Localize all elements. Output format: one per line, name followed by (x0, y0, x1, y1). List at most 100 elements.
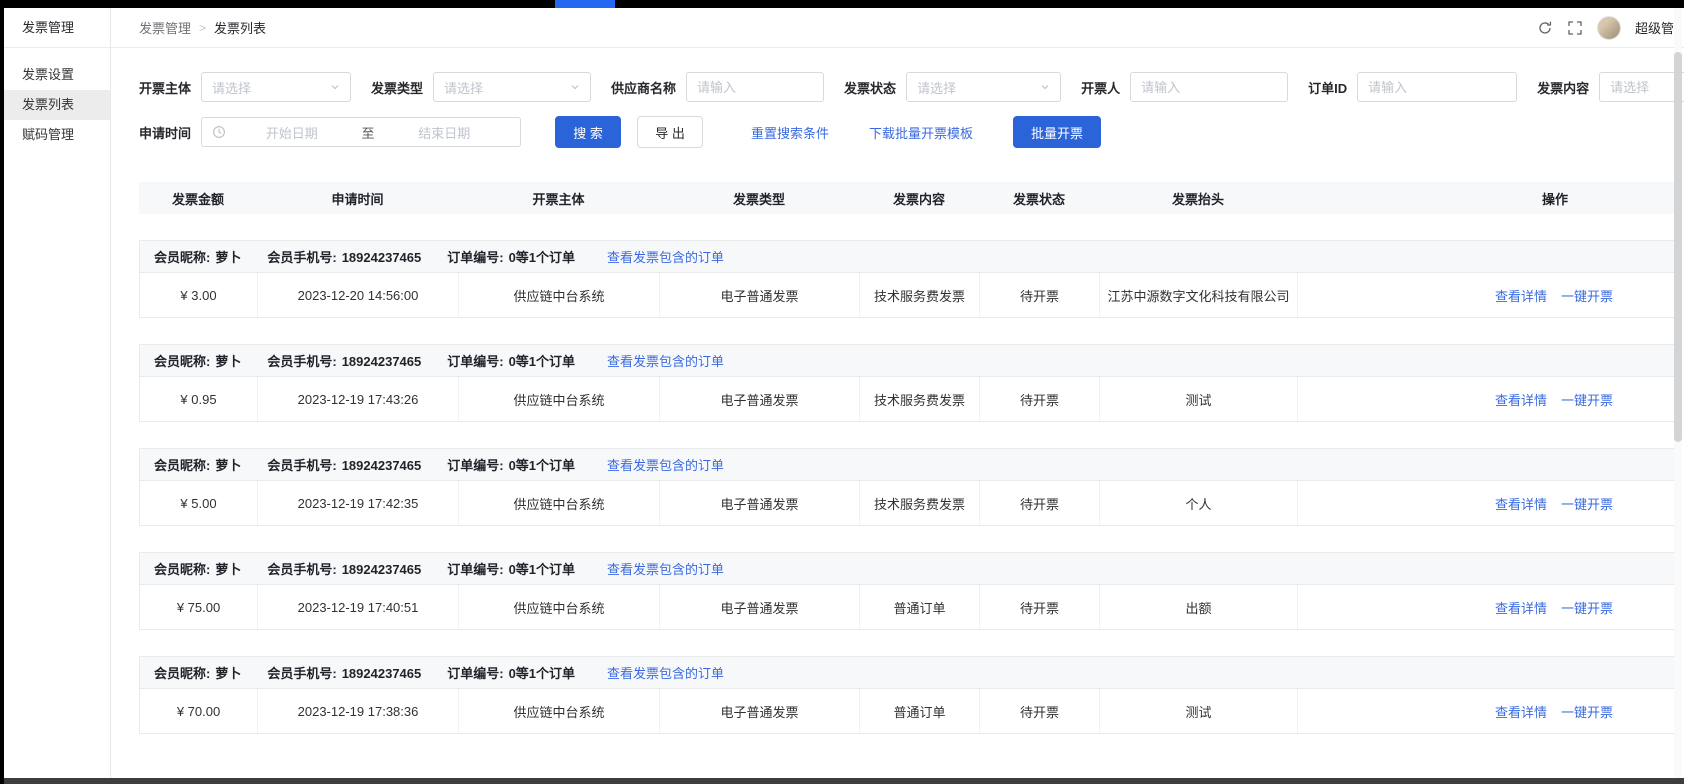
filter-apply-time: 申请时间 开始日期 至 结束日期 (139, 117, 521, 147)
table-row: ¥ 0.95 2023-12-19 17:43:26 供应链中台系统 电子普通发… (140, 377, 1677, 421)
breadcrumb-current: 发票列表 (214, 18, 266, 37)
one-click-issue-link[interactable]: 一键开票 (1561, 598, 1613, 617)
view-included-orders-link[interactable]: 查看发票包含的订单 (607, 455, 724, 474)
one-click-issue-link[interactable]: 一键开票 (1561, 390, 1613, 409)
sidebar-menu-invoice-management[interactable]: 发票管理 (4, 8, 110, 48)
breadcrumb-root[interactable]: 发票管理 (139, 18, 191, 37)
member-nickname: 会员昵称:萝卜 (154, 351, 241, 370)
sidebar-item-invoice-settings[interactable]: 发票设置 (4, 60, 110, 90)
column-header-time: 申请时间 (257, 189, 458, 208)
scrollbar-thumb[interactable] (1674, 52, 1682, 442)
search-button[interactable]: 搜 索 (555, 116, 621, 148)
invoice-subject-select[interactable]: 请选择 (201, 72, 351, 102)
app-root: 发票管理 发票设置 发票列表 赋码管理 发票管理 > 发票列表 (4, 8, 1684, 778)
cell-type: 电子普通发票 (660, 273, 860, 317)
avatar[interactable] (1597, 16, 1621, 40)
filter-label: 发票内容 (1537, 78, 1589, 97)
cell-title: 测试 (1100, 689, 1298, 733)
filter-issuer: 开票人 (1081, 72, 1288, 102)
filter-bar-row1: 开票主体 请选择 发票类型 请选择 供应商名 (139, 72, 1684, 102)
apply-time-range-picker[interactable]: 开始日期 至 结束日期 (201, 117, 521, 147)
view-included-orders-link[interactable]: 查看发票包含的订单 (607, 247, 724, 266)
window-left-strip (0, 0, 4, 784)
supplier-name-input[interactable] (686, 72, 824, 102)
invoice-status-select[interactable]: 请选择 (906, 72, 1061, 102)
invoice-group: 会员昵称:萝卜 会员手机号:18924237465 订单编号:0等1个订单 查看… (139, 552, 1678, 630)
filter-invoice-subject: 开票主体 请选择 (139, 72, 351, 102)
group-header: 会员昵称:萝卜 会员手机号:18924237465 订单编号:0等1个订单 查看… (140, 345, 1677, 377)
main-panel: 发票管理 > 发票列表 超级管 (111, 8, 1684, 778)
download-batch-template-link[interactable]: 下载批量开票模板 (869, 123, 973, 142)
member-phone: 会员手机号:18924237465 (267, 663, 421, 682)
member-phone: 会员手机号:18924237465 (267, 351, 421, 370)
chevron-down-icon (1040, 80, 1050, 95)
cell-time: 2023-12-19 17:42:35 (258, 481, 459, 525)
sidebar: 发票管理 发票设置 发票列表 赋码管理 (4, 8, 111, 778)
cell-amount: ¥ 75.00 (140, 585, 258, 629)
column-header-title: 发票抬头 (1099, 189, 1297, 208)
view-detail-link[interactable]: 查看详情 (1495, 494, 1547, 513)
cell-type: 电子普通发票 (660, 689, 860, 733)
view-detail-link[interactable]: 查看详情 (1495, 286, 1547, 305)
cell-status: 待开票 (980, 689, 1100, 733)
member-nickname: 会员昵称:萝卜 (154, 559, 241, 578)
cell-content: 普通订单 (860, 585, 980, 629)
cell-title: 江苏中源数字文化科技有限公司 (1100, 273, 1298, 317)
chevron-down-icon (330, 80, 340, 95)
column-header-status: 发票状态 (979, 189, 1099, 208)
filter-bar-row2: 申请时间 开始日期 至 结束日期 搜 索 导 出 重置搜索条件 下载 (139, 116, 1684, 148)
view-detail-link[interactable]: 查看详情 (1495, 702, 1547, 721)
filter-invoice-status: 发票状态 请选择 (844, 72, 1061, 102)
issuer-input[interactable] (1130, 72, 1288, 102)
select-placeholder: 请选择 (917, 78, 956, 97)
order-number: 订单编号:0等1个订单 (447, 247, 575, 266)
cell-subject: 供应链中台系统 (459, 377, 660, 421)
view-included-orders-link[interactable]: 查看发票包含的订单 (607, 351, 724, 370)
refresh-icon[interactable] (1537, 20, 1553, 36)
cell-type: 电子普通发票 (660, 481, 860, 525)
one-click-issue-link[interactable]: 一键开票 (1561, 702, 1613, 721)
order-number: 订单编号:0等1个订单 (447, 559, 575, 578)
invoice-type-select[interactable]: 请选择 (433, 72, 591, 102)
cell-amount: ¥ 3.00 (140, 273, 258, 317)
invoice-table: 发票金额 申请时间 开票主体 发票类型 发票内容 发票状态 发票抬头 操作 (139, 182, 1678, 734)
cell-subject: 供应链中台系统 (459, 585, 660, 629)
column-header-subject: 开票主体 (458, 189, 659, 208)
member-phone: 会员手机号:18924237465 (267, 247, 421, 266)
view-included-orders-link[interactable]: 查看发票包含的订单 (607, 559, 724, 578)
view-included-orders-link[interactable]: 查看发票包含的订单 (607, 663, 724, 682)
reset-filters-link[interactable]: 重置搜索条件 (751, 123, 829, 142)
sidebar-item-invoice-list[interactable]: 发票列表 (4, 90, 110, 120)
one-click-issue-link[interactable]: 一键开票 (1561, 286, 1613, 305)
select-placeholder: 请选择 (212, 78, 251, 97)
group-header: 会员昵称:萝卜 会员手机号:18924237465 订单编号:0等1个订单 查看… (140, 553, 1677, 585)
view-detail-link[interactable]: 查看详情 (1495, 598, 1547, 617)
filter-label: 开票人 (1081, 78, 1120, 97)
order-id-input[interactable] (1357, 72, 1517, 102)
cell-time: 2023-12-19 17:43:26 (258, 377, 459, 421)
user-name[interactable]: 超级管 (1635, 18, 1674, 37)
table-row: ¥ 3.00 2023-12-20 14:56:00 供应链中台系统 电子普通发… (140, 273, 1677, 317)
chevron-down-icon (570, 80, 580, 95)
order-number: 订单编号:0等1个订单 (447, 455, 575, 474)
invoice-content-input[interactable] (1599, 72, 1684, 102)
vertical-scrollbar[interactable] (1674, 8, 1682, 778)
one-click-issue-link[interactable]: 一键开票 (1561, 494, 1613, 513)
batch-issue-button[interactable]: 批量开票 (1013, 116, 1101, 148)
sidebar-item-code-management[interactable]: 赋码管理 (4, 120, 110, 150)
order-number: 订单编号:0等1个订单 (447, 663, 575, 682)
invoice-group: 会员昵称:萝卜 会员手机号:18924237465 订单编号:0等1个订单 查看… (139, 656, 1678, 734)
filter-invoice-type: 发票类型 请选择 (371, 72, 591, 102)
cell-actions: 查看详情 一键开票 (1298, 377, 1677, 421)
order-number: 订单编号:0等1个订单 (447, 351, 575, 370)
view-detail-link[interactable]: 查看详情 (1495, 390, 1547, 409)
cell-status: 待开票 (980, 481, 1100, 525)
top-bar: 发票管理 > 发票列表 超级管 (111, 8, 1684, 48)
table-row: ¥ 75.00 2023-12-19 17:40:51 供应链中台系统 电子普通… (140, 585, 1677, 629)
member-nickname: 会员昵称:萝卜 (154, 247, 241, 266)
breadcrumb-separator-icon: > (199, 21, 206, 35)
date-range-separator: 至 (358, 123, 379, 142)
fullscreen-icon[interactable] (1567, 20, 1583, 36)
export-button[interactable]: 导 出 (637, 116, 703, 148)
cell-actions: 查看详情 一键开票 (1298, 273, 1677, 317)
